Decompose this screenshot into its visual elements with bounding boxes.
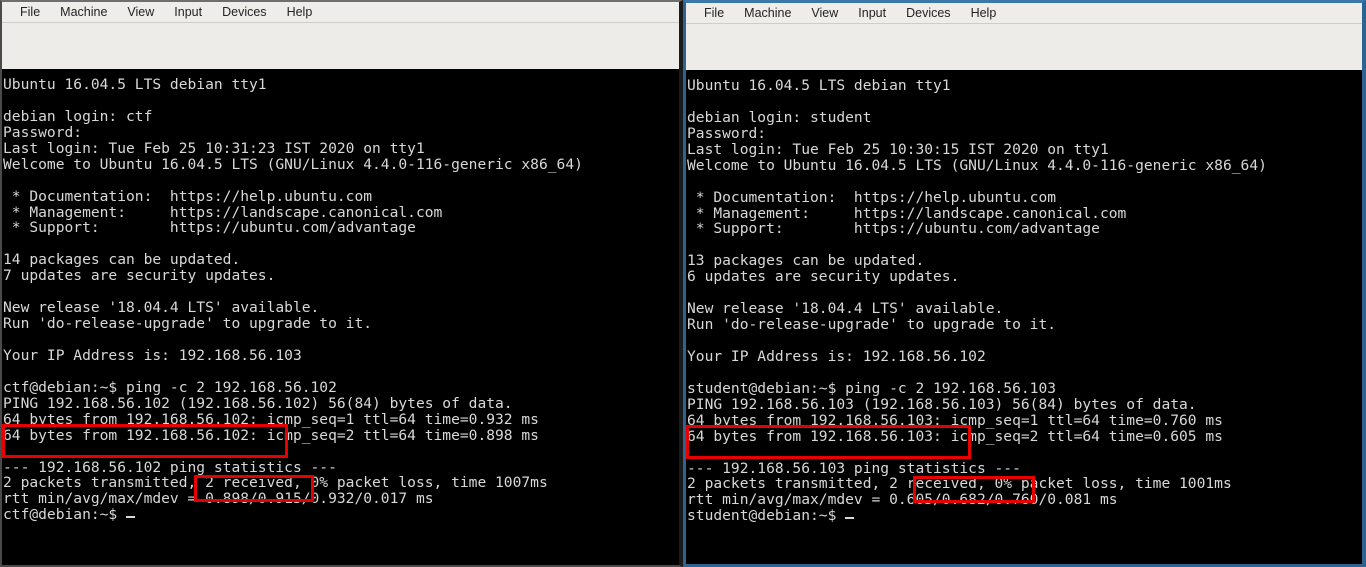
terminal-line: Password: (687, 124, 767, 142)
terminal-line: * Documentation: https://help.ubuntu.com (687, 188, 1057, 206)
menu-item-input[interactable]: Input (164, 2, 212, 22)
terminal-line: Your IP Address is: 192.168.56.102 (687, 347, 986, 365)
vm-window-right[interactable]: File Machine View Input Devices Help Ubu… (683, 0, 1366, 567)
menu-item-help[interactable]: Help (277, 2, 323, 22)
terminal-line: 14 packages can be updated. (3, 251, 241, 269)
terminal-left-lines: Ubuntu 16.04.5 LTS debian tty1 debian lo… (2, 77, 679, 523)
terminal-line: Run 'do-release-upgrade' to upgrade to i… (687, 316, 1057, 334)
terminal-line: debian login: student (687, 108, 872, 126)
terminal-line: New release '18.04.4 LTS' available. (3, 299, 320, 317)
terminal-cursor (845, 517, 855, 520)
terminal-line: Run 'do-release-upgrade' to upgrade to i… (3, 315, 373, 333)
terminal-left[interactable]: Ubuntu 16.04.5 LTS debian tty1 debian lo… (2, 69, 679, 565)
terminal-line: * Management: https://landscape.canonica… (687, 204, 1127, 222)
terminal-line: Welcome to Ubuntu 16.04.5 LTS (GNU/Linux… (687, 156, 1267, 174)
terminal-line: 2 packets transmitted, 2 received, 0% pa… (3, 474, 548, 492)
terminal-line: 2 packets transmitted, 2 received, 0% pa… (687, 475, 1232, 493)
toolbar-strip-left (2, 23, 679, 69)
terminal-line: rtt min/avg/max/mdev = 0.605/0.682/0.760… (687, 491, 1118, 509)
terminal-cursor (126, 516, 136, 519)
terminal-line: * Support: https://ubuntu.com/advantage (3, 219, 416, 237)
terminal-right[interactable]: Ubuntu 16.04.5 LTS debian tty1 debian lo… (686, 70, 1362, 564)
menu-item-view[interactable]: View (117, 2, 164, 22)
terminal-line: --- 192.168.56.103 ping statistics --- (687, 459, 1021, 477)
terminal-line: rtt min/avg/max/mdev = 0.898/0.915/0.932… (3, 490, 434, 508)
terminal-line: 64 bytes from 192.168.56.103: icmp_seq=2… (687, 427, 1223, 445)
menubar-right[interactable]: File Machine View Input Devices Help (686, 3, 1362, 24)
terminal-line: 64 bytes from 192.168.56.102: icmp_seq=1… (3, 410, 539, 428)
toolbar-strip-right (686, 24, 1362, 70)
menu-item-view[interactable]: View (801, 3, 848, 23)
menu-item-machine[interactable]: Machine (50, 2, 117, 22)
terminal-line: 6 updates are security updates. (687, 268, 960, 286)
terminal-line: PING 192.168.56.103 (192.168.56.103) 56(… (687, 395, 1197, 413)
terminal-line: 64 bytes from 192.168.56.102: icmp_seq=2… (3, 426, 539, 444)
terminal-line: New release '18.04.4 LTS' available. (687, 300, 1004, 318)
terminal-line: ctf@debian:~$ (2, 507, 679, 523)
menubar-left[interactable]: File Machine View Input Devices Help (2, 2, 679, 23)
dual-vm-screenshot: File Machine View Input Devices Help Ubu… (0, 0, 1366, 567)
terminal-line: 64 bytes from 192.168.56.103: icmp_seq=1… (687, 411, 1223, 429)
menu-item-devices[interactable]: Devices (896, 3, 960, 23)
terminal-line: Ubuntu 16.04.5 LTS debian tty1 (3, 76, 267, 93)
terminal-right-lines: Ubuntu 16.04.5 LTS debian tty1 debian lo… (686, 78, 1362, 524)
terminal-line: ctf@debian:~$ ping -c 2 192.168.56.102 (3, 378, 337, 396)
terminal-line: Ubuntu 16.04.5 LTS debian tty1 (687, 77, 951, 94)
menu-item-input[interactable]: Input (848, 3, 896, 23)
terminal-line: Last login: Tue Feb 25 10:30:15 IST 2020… (687, 140, 1109, 158)
menu-item-file[interactable]: File (694, 3, 734, 23)
terminal-line: Password: (3, 123, 83, 141)
vm-window-left[interactable]: File Machine View Input Devices Help Ubu… (0, 0, 683, 567)
terminal-line: Your IP Address is: 192.168.56.103 (3, 346, 302, 364)
terminal-line: Last login: Tue Feb 25 10:31:23 IST 2020… (3, 139, 425, 157)
terminal-line: * Support: https://ubuntu.com/advantage (687, 220, 1100, 238)
terminal-line: --- 192.168.56.102 ping statistics --- (3, 458, 337, 476)
menu-item-file[interactable]: File (10, 2, 50, 22)
terminal-line: 7 updates are security updates. (3, 267, 276, 285)
terminal-line: 13 packages can be updated. (687, 252, 925, 270)
terminal-line: * Documentation: https://help.ubuntu.com (3, 187, 373, 205)
menu-item-devices[interactable]: Devices (212, 2, 276, 22)
menu-item-help[interactable]: Help (961, 3, 1007, 23)
terminal-line: student@debian:~$ (686, 508, 1362, 524)
terminal-line: Welcome to Ubuntu 16.04.5 LTS (GNU/Linux… (3, 155, 583, 173)
terminal-line: * Management: https://landscape.canonica… (3, 203, 443, 221)
menu-item-machine[interactable]: Machine (734, 3, 801, 23)
terminal-line: student@debian:~$ ping -c 2 192.168.56.1… (687, 379, 1057, 397)
terminal-line: PING 192.168.56.102 (192.168.56.102) 56(… (3, 394, 513, 412)
terminal-line: debian login: ctf (3, 107, 153, 125)
